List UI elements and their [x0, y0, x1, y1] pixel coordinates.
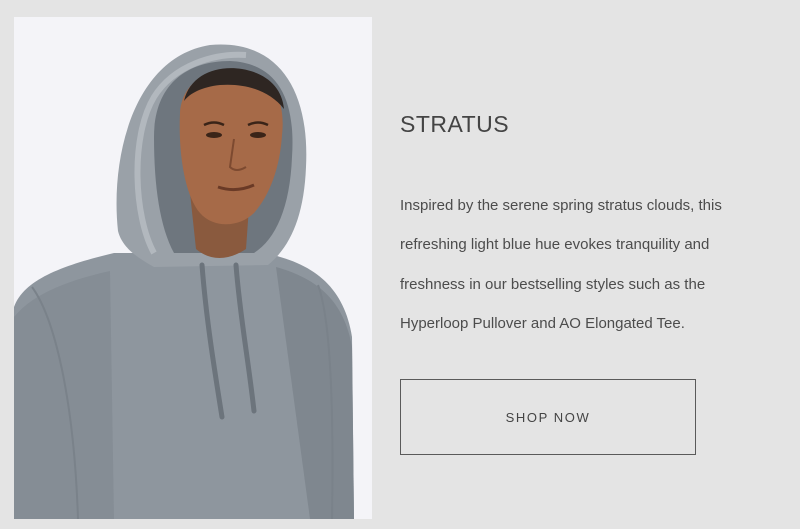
product-photo: [14, 17, 372, 519]
product-title: STRATUS: [400, 111, 510, 137]
description-line: Hyperloop Pullover and AO Elongated Tee.: [400, 314, 685, 332]
product-info: STRATUS Inspired by the serene spring st…: [400, 108, 780, 343]
shop-now-button[interactable]: SHOP NOW: [400, 379, 696, 455]
description-line: Inspired by the serene spring stratus cl…: [400, 197, 722, 214]
hoodie-model-illustration: [14, 17, 372, 519]
description-line: refreshing light blue hue evokes tranqui…: [400, 236, 710, 254]
description-line: freshness in our bestselling styles such…: [400, 275, 706, 293]
product-description: Inspired by the serene spring stratus cl…: [400, 186, 740, 343]
